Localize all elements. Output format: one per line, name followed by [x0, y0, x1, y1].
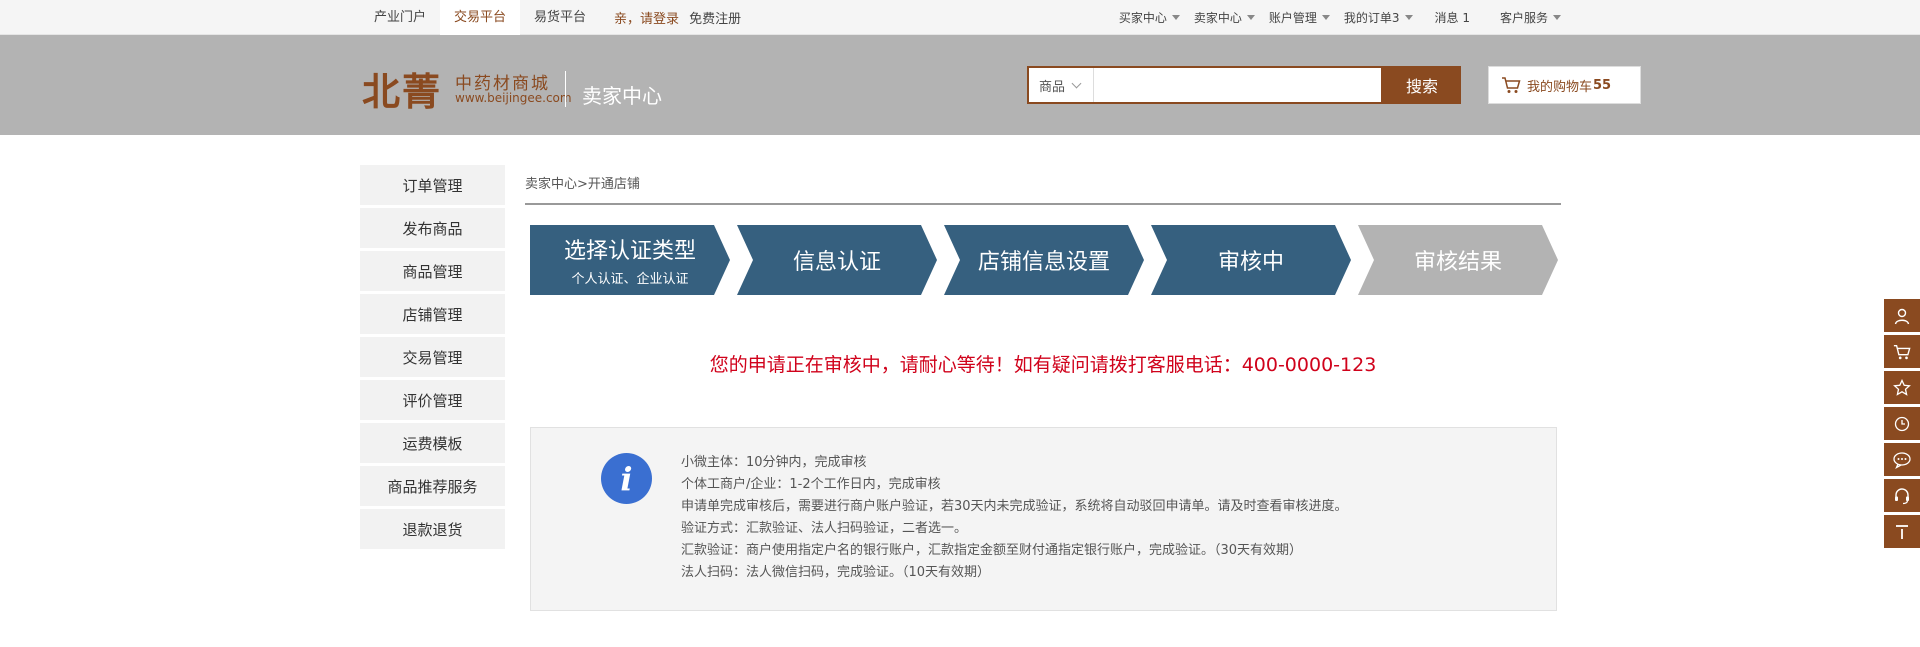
review-notice: 您的申请正在审核中，请耐心等待！如有疑问请拨打客服电话：400-0000-123 [709, 354, 1377, 376]
top-link-messages[interactable]: 消息 1 [1435, 9, 1470, 26]
caret-down-icon [1553, 15, 1561, 20]
sidebar-item-store-management[interactable]: 店铺管理 [360, 294, 505, 334]
top-link-label: 客户服务 [1499, 11, 1548, 25]
float-user-button[interactable] [1884, 299, 1920, 332]
caret-down-icon [1404, 15, 1413, 20]
breadcrumb: 卖家中心>开通店铺 [525, 165, 1561, 205]
info-line: 法人扫码：法人微信扫码，完成验证。（10天有效期） [681, 565, 991, 580]
cart-icon [1893, 344, 1911, 359]
chat-icon [1893, 451, 1911, 469]
caret-down-icon [1171, 15, 1180, 20]
cart-icon [1502, 77, 1521, 93]
search-box: 商品 [1027, 66, 1383, 104]
float-history-button[interactable] [1884, 407, 1920, 440]
step-info-verify: 信息认证 [737, 225, 937, 295]
sidebar: 订单管理 发布商品 商品管理 店铺管理 交易管理 评价管理 运费模板 商品推荐服… [360, 165, 505, 552]
top-link-customer-service[interactable]: 客户服务 [1500, 9, 1561, 26]
sidebar-item-publish-product[interactable]: 发布商品 [360, 208, 505, 248]
step-title: 审核中 [1217, 250, 1284, 275]
top-link-label: 我的订单3 [1343, 11, 1400, 25]
top-link-barter-platform[interactable]: 易货平台 [520, 0, 600, 35]
sidebar-item-product-management[interactable]: 商品管理 [360, 251, 505, 291]
headset-icon [1895, 487, 1909, 504]
top-links-right: 买家中心 卖家中心 账户管理 我的订单3 消息 1 客户服务 [1105, 0, 1561, 35]
step-store-settings: 店铺信息设置 [944, 225, 1144, 295]
info-line: 汇款验证：商户使用指定户名的银行账户，汇款指定金额至财付通指定银行账户，完成验证… [681, 543, 1303, 558]
sidebar-item-shipping-template[interactable]: 运费模板 [360, 423, 505, 463]
info-line: 申请单完成审核后，需要进行商户账户验证，若30天内未完成验证，系统将自动驳回申请… [681, 499, 1348, 514]
caret-down-icon [1321, 15, 1330, 20]
sidebar-item-product-recommend[interactable]: 商品推荐服务 [360, 466, 505, 506]
float-favorite-button[interactable] [1884, 371, 1920, 404]
sidebar-item-refund-return[interactable]: 退款退货 [360, 509, 505, 549]
top-link-label: 买家中心 [1118, 11, 1167, 25]
logo-main-text: 北菁 [362, 69, 443, 114]
top-bar: 产业门户 交易平台 易货平台 亲，请登录 免费注册 买家中心 卖家中心 账户管理… [0, 0, 1920, 36]
logo-divider [565, 71, 566, 107]
caret-down-icon [1246, 15, 1255, 20]
top-link-my-orders[interactable]: 我的订单3 [1344, 9, 1413, 26]
sidebar-item-order-management[interactable]: 订单管理 [360, 165, 505, 205]
cart-count: 55 [1593, 77, 1612, 93]
cart-button[interactable]: 我的购物车 55 [1488, 66, 1641, 104]
section-title: 卖家中心 [582, 84, 662, 108]
search-category-label: 商品 [1039, 79, 1066, 95]
sidebar-item-transaction-management[interactable]: 交易管理 [360, 337, 505, 377]
progress-steps: 选择认证类型 个人认证、企业认证 信息认证 店铺信息设置 审核中 审核结果 [530, 225, 1558, 295]
history-icon [1894, 416, 1910, 431]
top-link-label: 账户管理 [1268, 11, 1317, 25]
float-cart-button[interactable] [1884, 335, 1920, 368]
step-review-result: 审核结果 [1358, 225, 1558, 295]
info-line: 验证方式：汇款验证、法人扫码验证，二者选一。 [681, 521, 968, 536]
step-under-review: 审核中 [1151, 225, 1351, 295]
float-chat-button[interactable] [1884, 443, 1920, 476]
info-line: 小微主体：10分钟内，完成审核 [681, 455, 867, 470]
chevron-down-icon [1071, 78, 1082, 88]
sidebar-item-review-management[interactable]: 评价管理 [360, 380, 505, 420]
cart-label: 我的购物车 [1527, 79, 1593, 95]
search-input[interactable] [1093, 68, 1381, 102]
float-service-button[interactable] [1884, 479, 1920, 512]
user-icon [1894, 308, 1910, 324]
info-lines: 小微主体：10分钟内，完成审核 个体工商户/企业：1-2个工作日内，完成审核 申… [681, 452, 1348, 584]
main-area: 订单管理 发布商品 商品管理 店铺管理 交易管理 评价管理 运费模板 商品推荐服… [360, 165, 1561, 645]
top-link-industry-portal[interactable]: 产业门户 [360, 0, 440, 35]
info-box: i 小微主体：10分钟内，完成审核 个体工商户/企业：1-2个工作日内，完成审核… [530, 427, 1557, 611]
back-to-top-icon [1896, 524, 1908, 539]
search-button[interactable]: 搜索 [1383, 66, 1461, 104]
login-link[interactable]: 亲，请登录 [600, 8, 679, 27]
info-icon: i [601, 453, 652, 504]
top-link-label: 消息 1 [1434, 11, 1470, 25]
logo-url-text: www.beijingee.com [455, 91, 572, 105]
search-category-select[interactable]: 商品 [1029, 68, 1093, 102]
top-link-account-management[interactable]: 账户管理 [1269, 9, 1330, 26]
register-link[interactable]: 免费注册 [679, 8, 741, 27]
header: 北菁 中药材商城 www.beijingee.com 卖家中心 商品 搜索 我的… [0, 35, 1920, 135]
star-icon [1893, 378, 1911, 396]
step-title: 店铺信息设置 [977, 250, 1110, 275]
content: 卖家中心>开通店铺 选择认证类型 个人认证、企业认证 信息认证 店铺信息设置 审… [525, 165, 1561, 611]
step-title: 审核结果 [1413, 250, 1502, 275]
step-select-type: 选择认证类型 个人认证、企业认证 [530, 225, 730, 295]
step-subtitle: 个人认证、企业认证 [571, 272, 689, 287]
right-float-bar [1884, 299, 1920, 551]
top-link-seller-center[interactable]: 卖家中心 [1194, 9, 1255, 26]
top-links-left: 产业门户 交易平台 易货平台 亲，请登录 免费注册 [360, 0, 741, 36]
top-link-label: 卖家中心 [1193, 11, 1242, 25]
float-back-to-top-button[interactable] [1884, 515, 1920, 548]
top-link-buyer-center[interactable]: 买家中心 [1119, 9, 1180, 26]
step-title: 信息认证 [792, 250, 881, 275]
info-line: 个体工商户/企业：1-2个工作日内，完成审核 [681, 477, 941, 492]
top-link-trading-platform[interactable]: 交易平台 [440, 0, 521, 36]
step-title: 选择认证类型 [563, 239, 696, 264]
